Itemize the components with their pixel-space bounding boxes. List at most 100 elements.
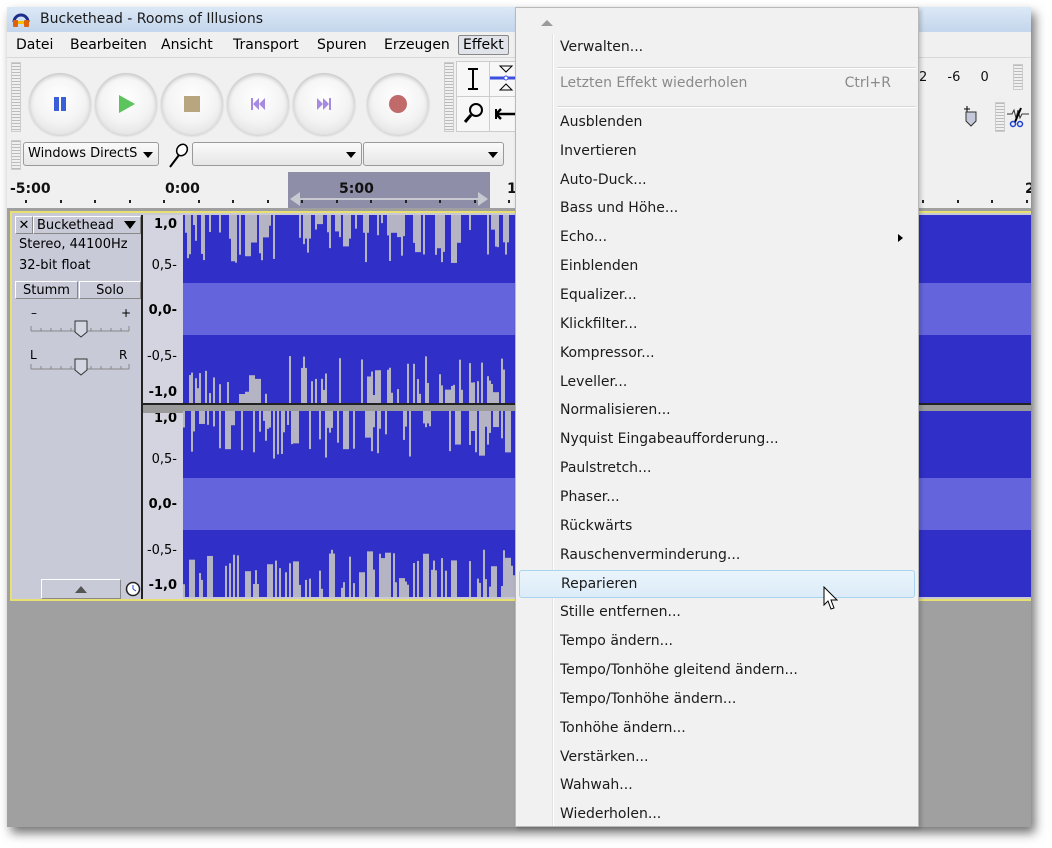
menu-ansicht[interactable]: Ansicht [157, 36, 217, 54]
menu-separator [557, 105, 916, 108]
menu-item-wiederholen[interactable]: Wiederholen... [519, 801, 915, 829]
gain-slider[interactable] [29, 317, 133, 339]
ruler-tick [301, 200, 303, 203]
menu-datei[interactable]: Datei [12, 36, 57, 54]
menu-item-auto-duck[interactable]: Auto-Duck... [519, 167, 915, 195]
track-name-menu-button[interactable]: Buckethead [33, 216, 141, 234]
menu-item-einblenden[interactable]: Einblenden [519, 253, 915, 281]
play-button[interactable] [95, 73, 157, 135]
menu-item-label: Auto-Duck... [560, 171, 647, 188]
menu-item-equalizer[interactable]: Equalizer... [519, 282, 915, 310]
pause-button[interactable] [29, 73, 91, 135]
menu-item-kompressor[interactable]: Kompressor... [519, 340, 915, 368]
menu-spuren[interactable]: Spuren [313, 36, 371, 54]
menu-effekt[interactable]: Effekt [458, 35, 509, 55]
play-icon [119, 95, 135, 113]
track-format-line1: Stereo, 44100Hz [19, 237, 128, 252]
menu-item-label: Equalizer... [560, 286, 637, 303]
menu-item-label: Normalisieren... [560, 402, 671, 419]
skip-to-end-button[interactable] [293, 73, 355, 135]
pan-slider[interactable] [29, 355, 133, 377]
menu-item-letzten-effekt-wiederholen: Letzten Effekt wiederholen Ctrl+R [519, 70, 915, 98]
ruler-label: 0:00 [165, 181, 200, 197]
menu-item-verwalten[interactable]: Verwalten... [519, 34, 915, 62]
stop-button[interactable] [161, 73, 223, 135]
menu-item-bass-und-höhe[interactable]: Bass und Höhe... [519, 195, 915, 223]
menu-item-label: Verwalten... [560, 39, 644, 55]
menu-item-label: Nyquist Eingabeaufforderung... [560, 431, 779, 448]
menu-item-phaser[interactable]: Phaser... [519, 484, 915, 512]
menu-item-verstärken[interactable]: Verstärken... [519, 744, 915, 772]
menu-item-label: Rückwärts [560, 517, 633, 534]
amplitude-label: -1,0 [148, 578, 177, 593]
menu-item-tempo-ändern[interactable]: Tempo ändern... [519, 628, 915, 656]
menu-item-leveller[interactable]: Leveller... [519, 369, 915, 397]
menu-item-invertieren[interactable]: Invertieren [519, 138, 915, 166]
menu-item-paulstretch[interactable]: Paulstretch... [519, 455, 915, 483]
i-beam-icon [468, 68, 478, 90]
menu-item-reparieren[interactable]: Reparieren [519, 570, 915, 599]
device-toolbar-grip[interactable] [11, 140, 21, 170]
menu-item-wahwah[interactable]: Wahwah... [519, 772, 915, 800]
close-track-button[interactable]: ✕ [15, 216, 33, 234]
menu-item-label: Echo... [560, 229, 608, 246]
ruler-tick [129, 200, 131, 203]
ruler-tick [336, 200, 338, 203]
edit-toolbar-grip[interactable] [995, 102, 1005, 132]
menu-item-rauschenverminderung[interactable]: Rauschenverminderung... [519, 542, 915, 570]
transport-toolbar-grip[interactable] [11, 62, 21, 132]
ruler-tick [60, 200, 62, 203]
ruler-tick [232, 200, 234, 203]
mute-button[interactable]: Stumm [15, 281, 78, 299]
menu-item-stille-entfernen[interactable]: Stille entfernen... [519, 599, 915, 627]
ruler-label: 2 [1025, 181, 1031, 197]
meter-toolbar-grip[interactable] [1013, 64, 1023, 90]
menu-item-tempo-tonhöhe-gleitend-ändern[interactable]: Tempo/Tonhöhe gleitend ändern... [519, 657, 915, 685]
meter-label: -6 [947, 70, 961, 85]
menu-transport[interactable]: Transport [229, 36, 303, 54]
tools-toolbar-grip[interactable] [444, 62, 454, 132]
gain-slider-thumb[interactable] [74, 320, 88, 338]
zoom-tool-button[interactable] [456, 96, 490, 132]
stop-icon [184, 96, 200, 112]
ruler-label: 5:00 [339, 181, 374, 197]
menu-item-label: Leveller... [560, 373, 628, 390]
menu-item-tempo-tonhöhe-ändern[interactable]: Tempo/Tonhöhe ändern... [519, 686, 915, 714]
close-icon: ✕ [18, 218, 30, 233]
trim-cut-icon[interactable] [1007, 106, 1029, 128]
menu-item-label: Rauschenverminderung... [560, 546, 741, 563]
menu-item-klickfilter[interactable]: Klickfilter... [519, 311, 915, 339]
menu-item-nyquist-eingabeaufforderung[interactable]: Nyquist Eingabeaufforderung... [519, 426, 915, 454]
audio-host-select[interactable]: Windows DirectS [23, 142, 159, 166]
sync-lock-clock-icon[interactable] [125, 581, 141, 597]
skip-to-start-button[interactable] [227, 73, 289, 135]
pan-slider-thumb[interactable] [74, 358, 88, 376]
solo-button[interactable]: Solo [79, 281, 141, 299]
record-button[interactable] [367, 73, 429, 135]
menu-erzeugen[interactable]: Erzeugen [380, 36, 454, 54]
ruler-tick [267, 200, 269, 203]
menu-item-rückwärts[interactable]: Rückwärts [519, 513, 915, 541]
collapse-arrow-icon [75, 586, 87, 593]
channel-vertical-ruler: 1,0 0,5- 0,0- -0,5- -1,0 [143, 215, 183, 405]
menu-bearbeiten[interactable]: Bearbeiten [66, 36, 151, 54]
submenu-arrow-icon [898, 234, 903, 243]
microphone-icon [169, 143, 189, 168]
menu-item-label: Phaser... [560, 488, 620, 505]
menu-scroll-up-arrow[interactable] [536, 13, 558, 31]
menu-item-label: Wiederholen... [560, 806, 662, 823]
ruler-tick [370, 200, 372, 203]
playback-device-select[interactable] [363, 142, 504, 166]
menu-item-normalisieren[interactable]: Normalisieren... [519, 397, 915, 425]
ruler-label: -5:00 [10, 181, 51, 197]
menu-item-echo[interactable]: Echo... [519, 224, 915, 252]
volume-slider-thumb-icon[interactable] [963, 106, 979, 128]
selection-tool-button[interactable] [456, 61, 490, 97]
amplitude-label: -0,5- [146, 349, 177, 364]
collapse-track-button[interactable] [41, 579, 121, 599]
menu-item-label: Ausblenden [560, 113, 643, 130]
selection-region[interactable] [288, 172, 490, 208]
menu-item-tonhöhe-ändern[interactable]: Tonhöhe ändern... [519, 715, 915, 743]
recording-device-select[interactable] [192, 142, 362, 166]
menu-item-ausblenden[interactable]: Ausblenden [519, 109, 915, 137]
